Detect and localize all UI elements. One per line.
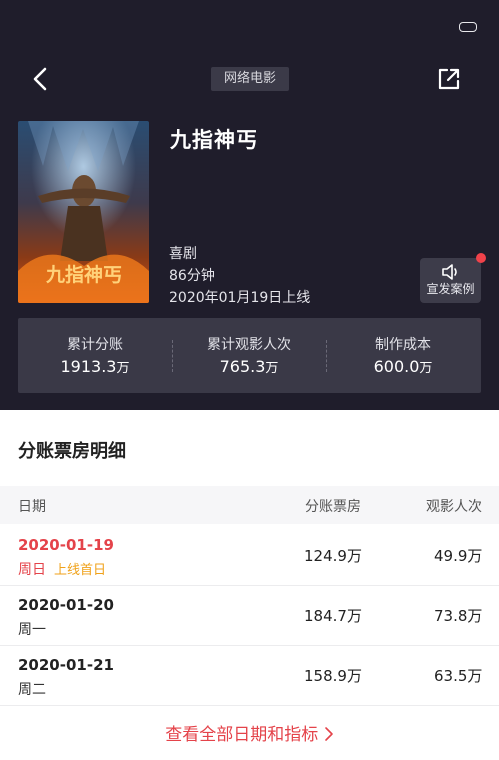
row-viewers: 63.5万 <box>434 667 483 685</box>
column-header-box-office: 分账票房 <box>305 499 361 515</box>
row-date: 2020-01-19 <box>18 536 114 554</box>
row-viewers: 49.9万 <box>434 547 483 565</box>
row-weekday: 周日 <box>18 562 46 578</box>
speaker-icon <box>442 264 457 280</box>
stat-value: 600.0 <box>373 357 420 376</box>
stat-value: 765.3 <box>219 357 266 376</box>
category-badge: 网络电影 <box>211 67 289 91</box>
stat-production-cost: 制作成本 600.0万 <box>326 318 480 393</box>
stat-label: 累计分账 <box>67 337 123 353</box>
column-header-viewers: 观影人次 <box>426 499 482 515</box>
table-row[interactable]: 2020-01-20 周一 184.7万 73.8万 <box>0 585 499 646</box>
table-row[interactable]: 2020-01-21 周二 158.9万 63.5万 <box>0 645 499 706</box>
movie-poster[interactable]: 九指神丐 <box>18 121 149 303</box>
poster-image: 九指神丐 <box>18 121 149 303</box>
row-date: 2020-01-21 <box>18 656 114 674</box>
chevron-right-icon <box>324 727 333 741</box>
view-all-label: 查看全部日期和指标 <box>165 725 319 745</box>
stat-unit: 万 <box>116 361 130 376</box>
stat-unit: 万 <box>265 361 279 376</box>
notification-dot <box>476 253 486 263</box>
row-weekday: 周二 <box>18 682 46 698</box>
movie-header: 网络电影 九指神丐 九指神丐 喜剧 86分钟 2020年01月19日上线 宣发案… <box>0 0 499 410</box>
share-button[interactable] <box>434 64 464 94</box>
stats-panel: 累计分账 1913.3万 累计观影人次 765.3万 制作成本 600.0万 <box>18 318 481 393</box>
row-box-office: 184.7万 <box>304 607 362 625</box>
row-weekday: 周一 <box>18 622 46 638</box>
column-header-date: 日期 <box>18 499 46 515</box>
back-button[interactable] <box>26 64 56 94</box>
section-title: 分账票房明细 <box>18 441 126 462</box>
stat-label: 制作成本 <box>375 337 431 353</box>
row-date: 2020-01-20 <box>18 596 114 614</box>
stat-total-viewers: 累计观影人次 765.3万 <box>172 318 326 393</box>
movie-title: 九指神丐 <box>170 128 258 152</box>
table-header: 日期 分账票房 观影人次 <box>0 486 499 524</box>
battery-icon <box>459 22 477 32</box>
promo-case-button[interactable]: 宣发案例 <box>420 253 486 303</box>
table-row[interactable]: 2020-01-19 周日 上线首日 124.9万 49.9万 <box>0 525 499 586</box>
movie-genre: 喜剧 <box>169 246 197 262</box>
row-viewers: 73.8万 <box>434 607 483 625</box>
stat-label: 累计观影人次 <box>207 337 291 353</box>
movie-release-date: 2020年01月19日上线 <box>169 290 311 306</box>
stat-total-share: 累计分账 1913.3万 <box>18 318 172 393</box>
share-icon <box>438 68 460 90</box>
stat-unit: 万 <box>419 361 433 376</box>
poster-title-text: 九指神丐 <box>45 263 122 286</box>
stat-value: 1913.3 <box>60 357 117 376</box>
promo-case-label: 宣发案例 <box>426 282 475 296</box>
first-day-tag: 上线首日 <box>54 563 107 578</box>
back-arrow-icon <box>33 67 47 91</box>
view-all-link[interactable]: 查看全部日期和指标 <box>0 720 499 745</box>
row-box-office: 158.9万 <box>304 667 362 685</box>
movie-duration: 86分钟 <box>169 268 215 284</box>
row-box-office: 124.9万 <box>304 547 362 565</box>
